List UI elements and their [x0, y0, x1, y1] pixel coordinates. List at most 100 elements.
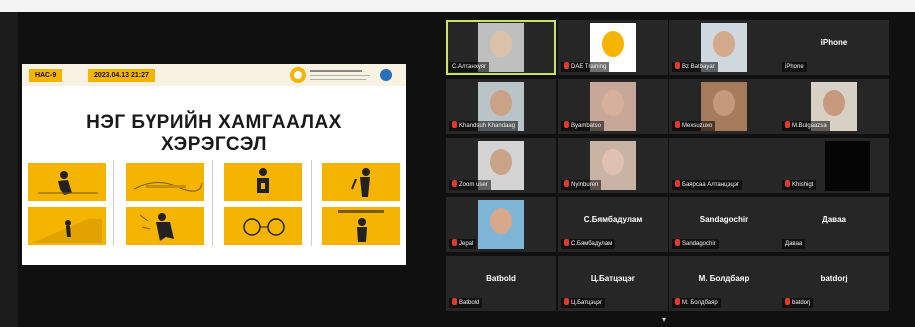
participant-tile[interactable]: Nyinburen	[558, 138, 668, 193]
mic-muted-icon	[785, 298, 790, 305]
mic-muted-icon	[564, 298, 569, 305]
participant-tile[interactable]: M.Bulgaazsa	[779, 79, 889, 134]
participant-face	[823, 90, 845, 116]
participant-tile[interactable]: Byambatso	[558, 79, 668, 134]
participant-label: batdorj	[782, 298, 814, 308]
participant-label: Nyinburen	[561, 180, 602, 190]
participant-label-text: Khishigt	[792, 182, 814, 188]
participant-tile[interactable]: М. Болдбаяр М. Болдбаяр	[669, 256, 779, 311]
slide-date-tag: 2023.04.13 21:27	[88, 69, 155, 82]
participant-tile[interactable]: С.Алтанхуяг	[446, 20, 556, 75]
participant-face	[713, 90, 735, 116]
mic-muted-icon	[785, 121, 790, 128]
slide-title-line1: НЭГ БҮРИЙН ХАМГААЛАХ	[86, 112, 342, 133]
mic-muted-icon	[675, 298, 680, 305]
mic-muted-icon	[564, 62, 569, 69]
participant-label: Khandsuh Khandaag	[449, 121, 519, 131]
participant-face	[602, 149, 624, 175]
mic-muted-icon	[675, 62, 680, 69]
seal-icon	[380, 69, 392, 81]
participant-tile[interactable]: Jepal	[446, 197, 556, 252]
participant-face	[490, 149, 512, 175]
slide-image-8	[322, 207, 400, 245]
mic-muted-icon	[564, 180, 569, 187]
chevron-down-icon[interactable]: ▾	[653, 315, 675, 325]
participant-name: batdorj	[820, 274, 848, 283]
participant-tile[interactable]: batdorj batdorj	[779, 256, 889, 311]
participant-label-text: Zoom user	[459, 182, 488, 188]
participant-label-text: batdorj	[792, 300, 811, 306]
video-feed	[825, 141, 870, 191]
logo-mark-icon	[290, 67, 306, 83]
mic-muted-icon	[452, 180, 457, 187]
participant-label-text: Batbold	[459, 300, 480, 306]
slide-image-2	[28, 207, 106, 245]
participant-tile[interactable]: Zoom user	[446, 138, 556, 193]
participant-name: Давaa	[822, 215, 846, 224]
shared-screen-slide[interactable]: НАС-9 2023.04.13 21:27 НЭГ БҮРИЙН ХАМГАА…	[22, 64, 406, 265]
mic-muted-icon	[452, 239, 457, 246]
participant-tile[interactable]: Ц.Батцэцэг Ц.Батцэцэг	[558, 256, 668, 311]
participant-label-text: Byambatso	[571, 123, 602, 129]
participant-tile[interactable]: Batbold Batbold	[446, 256, 556, 311]
slide-image-7	[322, 163, 400, 201]
participant-name: Sandagochir	[699, 215, 749, 224]
slide-header: НАС-9 2023.04.13 21:27	[22, 64, 406, 86]
participant-name: iPhone	[820, 38, 848, 47]
zoom-meeting-window: НАС-9 2023.04.13 21:27 НЭГ БҮРИЙН ХАМГАА…	[0, 0, 915, 327]
organization-logo	[290, 67, 392, 83]
slide-image-1	[28, 163, 106, 201]
participant-label-text: Jepal	[459, 241, 474, 247]
mic-muted-icon	[564, 121, 569, 128]
participant-tile[interactable]: Давaa Давaa	[779, 197, 889, 252]
participant-label-text: М. Болдбаяр	[682, 300, 718, 306]
mic-muted-icon	[675, 180, 680, 187]
participant-label: С.Алтанхуяг	[449, 62, 490, 72]
participant-tile[interactable]: Khandsuh Khandaag	[446, 79, 556, 134]
participant-label-text: M.Bulgaazsa	[792, 123, 827, 129]
participant-label: Sandagochir	[672, 239, 719, 249]
participant-label-text: Давaa	[785, 241, 803, 247]
participant-name: Batbold	[486, 274, 516, 283]
participant-tile[interactable]: Khishigt	[779, 138, 889, 193]
mic-muted-icon	[452, 121, 457, 128]
slide-image-6	[224, 207, 302, 245]
participant-label-text: Ц.Батцэцэг	[571, 300, 603, 306]
participant-label: M.Bulgaazsa	[782, 121, 830, 131]
participant-label-text: Nyinburen	[571, 182, 599, 188]
participant-label-text: Khandsuh Khandaag	[459, 123, 516, 129]
participant-label: Ц.Батцэцэг	[561, 298, 606, 308]
participant-tile[interactable]: С.Бямбадулам С.Бямбадулам	[558, 197, 668, 252]
window-top-bar	[0, 0, 915, 12]
mic-muted-icon	[452, 298, 457, 305]
participant-label: Bz Batbayar	[672, 62, 718, 72]
participant-tile[interactable]: Sandagochir Sandagochir	[669, 197, 779, 252]
participant-label: Mexsuzuxo	[672, 121, 716, 131]
mic-muted-icon	[785, 180, 790, 187]
participant-label: Баярсаа Алтанцэцэг	[672, 180, 743, 190]
participant-name: М. Болдбаяр	[698, 274, 750, 283]
participant-label: Zoom user	[449, 180, 491, 190]
participant-tile[interactable]: Bz Batbayar	[669, 20, 779, 75]
participant-face	[490, 208, 512, 234]
participant-label-text: Mexsuzuxo	[682, 123, 713, 129]
participant-label: Давaa	[782, 239, 806, 249]
slide-course-tag: НАС-9	[29, 69, 63, 82]
participant-label: DAE Training	[561, 62, 610, 72]
slide-title-line2: ХЭРЭГСЭЛ	[160, 134, 268, 155]
participant-label: Jepal	[449, 239, 477, 249]
participant-label: Batbold	[449, 298, 483, 308]
participant-label-text: iPhone	[785, 64, 804, 70]
participant-label-text: С.Алтанхуяг	[452, 64, 487, 70]
mic-muted-icon	[675, 239, 680, 246]
participant-tile[interactable]: iPhone iPhone	[779, 20, 889, 75]
participant-tile[interactable]: Баярсаа Алтанцэцэг	[669, 138, 779, 193]
participant-face	[602, 90, 624, 116]
participant-label-text: Баярсаа Алтанцэцэг	[682, 182, 740, 188]
participant-tile[interactable]: Mexsuzuxo	[669, 79, 779, 134]
participant-label: Byambatso	[561, 121, 605, 131]
participant-face	[490, 31, 512, 57]
slide-image-3	[126, 163, 204, 201]
video-feed	[478, 200, 524, 249]
participant-tile[interactable]: DAE Training	[558, 20, 668, 75]
